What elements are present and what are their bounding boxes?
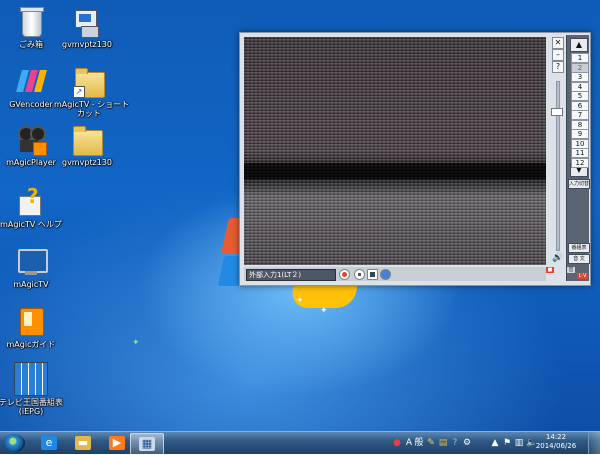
magicguide-icon	[15, 306, 47, 338]
ime-help-icon[interactable]: ?	[450, 437, 460, 449]
desktop-icon-gvmvptz130-installer[interactable]: gvmvptz130	[52, 6, 122, 49]
magictv-taskbar-icon: ▦	[139, 437, 155, 451]
desktop-icon-magictv[interactable]: mAgicTV	[0, 246, 66, 289]
shortcut-arrow-icon: ↗	[73, 86, 85, 98]
channel-up-button[interactable]: ▲	[570, 38, 588, 52]
tv-control-bar: 外部入力1(LT２)	[244, 267, 546, 281]
start-button[interactable]	[3, 434, 25, 452]
lv-indicator: L·V	[577, 273, 588, 279]
ime-pad-icon[interactable]: ▤	[438, 437, 448, 449]
speaker-icon[interactable]: 🔊	[552, 253, 563, 263]
program-guide-button[interactable]: 番組表	[568, 243, 590, 253]
taskbar: e ▬ ▶ ▦ ● A 般 ✎ ▤ ? ⚙ ▲ ⚑ ▥ 🔈 14:22 2014/06…	[0, 431, 600, 455]
magictv-window[interactable]: 外部入力1(LT２) ✕ – ? 🔊 ■ ▲ ▼ 入力切替 番組表 音 ⽂ ⾳ …	[239, 32, 591, 286]
snapshot-button[interactable]	[380, 269, 391, 280]
record-button[interactable]	[339, 269, 350, 280]
sparkle-icon: ✦	[132, 338, 140, 348]
desktop-icon-tv-guide[interactable]: テレビ王国番組表 (iEPG)	[0, 362, 66, 416]
sparkle-icon: ✦	[296, 296, 304, 306]
icon-label: gvmvptz130	[61, 158, 113, 167]
magictv-icon	[15, 246, 48, 278]
network-icon[interactable]: ▥	[514, 437, 524, 449]
magicplayer-icon	[15, 124, 47, 156]
clock-time: 14:22	[545, 433, 567, 441]
volume-slider-thumb[interactable]	[551, 108, 563, 117]
icon-label: テレビ王国番組表	[0, 398, 63, 407]
icon-label: mAgicTV	[13, 280, 49, 289]
ime-settings-icon[interactable]: ⚙	[462, 437, 472, 449]
icon-label: mAgicガイド	[6, 340, 56, 349]
help-icon: ?	[15, 184, 47, 218]
channel-button[interactable]: 2	[571, 62, 589, 73]
desktop-icon-magicguide[interactable]: mAgicガイド	[0, 306, 66, 349]
recycle-bin-icon	[15, 6, 47, 38]
input-switch-button[interactable]: 入力切替	[568, 179, 590, 189]
pause-button[interactable]	[367, 269, 378, 280]
explorer-icon: ▬	[75, 436, 91, 450]
taskbar-app-button[interactable]: ▶	[101, 433, 133, 453]
desktop-icon-magictv-help[interactable]: ? mAgicTV ヘルプ	[0, 184, 66, 229]
channel-button[interactable]: 5	[571, 91, 589, 101]
action-center-icon[interactable]: ⚑	[502, 437, 512, 449]
video-noise-band	[244, 163, 546, 179]
channel-button[interactable]: 4	[571, 81, 589, 92]
volume-slider-track[interactable]	[556, 81, 560, 251]
help-button[interactable]: ?	[552, 61, 564, 73]
icon-label-line2: カット	[77, 109, 101, 118]
mini-label: ⾳	[567, 267, 575, 273]
ie-icon: e	[41, 436, 57, 450]
volume-column: ✕ – ? 🔊 ■	[546, 35, 564, 273]
icon-label: mAgicTV - ショート	[54, 100, 130, 109]
tv-video-area[interactable]	[244, 37, 546, 265]
tray-expand-icon[interactable]: ▲	[490, 437, 500, 449]
media-player-icon: ▶	[109, 436, 125, 450]
channel-button[interactable]: 12	[571, 157, 589, 168]
gvencoder-icon	[15, 66, 47, 98]
taskbar-app-button[interactable]: e	[33, 433, 65, 453]
clock-date: 2014/06/26	[535, 442, 577, 450]
close-button[interactable]: ✕	[552, 37, 564, 49]
taskbar-app-button[interactable]: ▬	[67, 433, 99, 453]
channel-button[interactable]: 6	[571, 100, 589, 111]
clock[interactable]: 14:22 2014/06/26	[530, 433, 582, 451]
input-source-label[interactable]: 外部入力1(LT２)	[246, 269, 336, 281]
ime-mode-indicator[interactable]: A	[404, 437, 414, 449]
security-alert-icon[interactable]: ●	[392, 437, 402, 449]
mini-indicator: ■	[546, 267, 554, 273]
audio-subtitle-button[interactable]: 音 ⽂	[568, 254, 590, 264]
installer-icon	[71, 6, 103, 38]
sparkle-icon: ✦	[320, 306, 328, 316]
channel-button[interactable]: 11	[571, 148, 589, 158]
folder-icon	[71, 124, 103, 156]
icon-label: gvmvptz130	[61, 40, 113, 49]
channel-button[interactable]: 3	[571, 72, 589, 82]
channel-button[interactable]: 10	[571, 138, 589, 149]
stop-button[interactable]	[354, 269, 365, 280]
ime-label[interactable]: 般	[414, 437, 424, 449]
minimize-button[interactable]: –	[552, 49, 564, 61]
folder-shortcut-icon: ↗	[73, 66, 105, 98]
icon-label-line2: (iEPG)	[18, 407, 44, 416]
channel-column: ▲ ▼ 入力切替 番組表 音 ⽂ ⾳ L·V 1 2 3 4 5 6 7 8 9 10 11 12	[566, 35, 590, 281]
tv-guide-icon	[14, 362, 48, 396]
channel-button[interactable]: 1	[571, 53, 589, 63]
ime-toolbar-icon[interactable]: ✎	[426, 437, 436, 449]
channel-button[interactable]: 9	[571, 129, 589, 139]
channel-button[interactable]: 7	[571, 110, 589, 120]
show-desktop-button[interactable]	[588, 432, 600, 454]
channel-button[interactable]: 8	[571, 119, 589, 130]
desktop-icon-magictv-shortcut[interactable]: ↗ mAgicTV - ショート カット	[54, 66, 130, 118]
icon-label: mAgicTV ヘルプ	[0, 220, 62, 229]
taskbar-app-button[interactable]: ▦	[130, 433, 164, 455]
desktop-icon-gvmvptz130-folder[interactable]: gvmvptz130	[52, 124, 122, 167]
